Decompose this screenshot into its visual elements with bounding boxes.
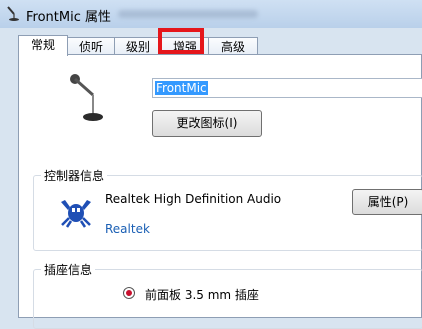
jack-color-indicator <box>123 287 135 299</box>
controller-group-label: 控制器信息 <box>41 167 108 184</box>
jack-position-text: 前面板 3.5 mm 插座 <box>145 288 259 302</box>
tab-general[interactable]: 常规 <box>18 35 68 56</box>
controller-name: Realtek High Definition Audio <box>105 192 282 206</box>
microphone-title-icon <box>6 5 20 21</box>
jack-group-label: 插座信息 <box>41 261 96 278</box>
device-name-value: FrontMic <box>155 81 208 95</box>
controller-properties-button[interactable]: 属性(P) <box>352 189 422 215</box>
change-icon-button[interactable]: 更改图标(I) <box>152 110 262 137</box>
title-bar: FrontMic 属性 <box>0 0 422 28</box>
jack-color-dot <box>126 290 132 296</box>
device-name-field[interactable]: FrontMic <box>152 78 422 98</box>
realtek-crab-icon <box>59 196 93 231</box>
microphone-icon <box>69 73 105 126</box>
general-tab-panel: FrontMic 更改图标(I) 控制器信息 Realtek High Defi… <box>18 54 422 329</box>
window-title: FrontMic 属性 <box>26 10 111 25</box>
controller-vendor-link[interactable]: Realtek <box>105 222 150 236</box>
title-blur <box>118 10 258 18</box>
highlight-annotation <box>158 28 204 54</box>
